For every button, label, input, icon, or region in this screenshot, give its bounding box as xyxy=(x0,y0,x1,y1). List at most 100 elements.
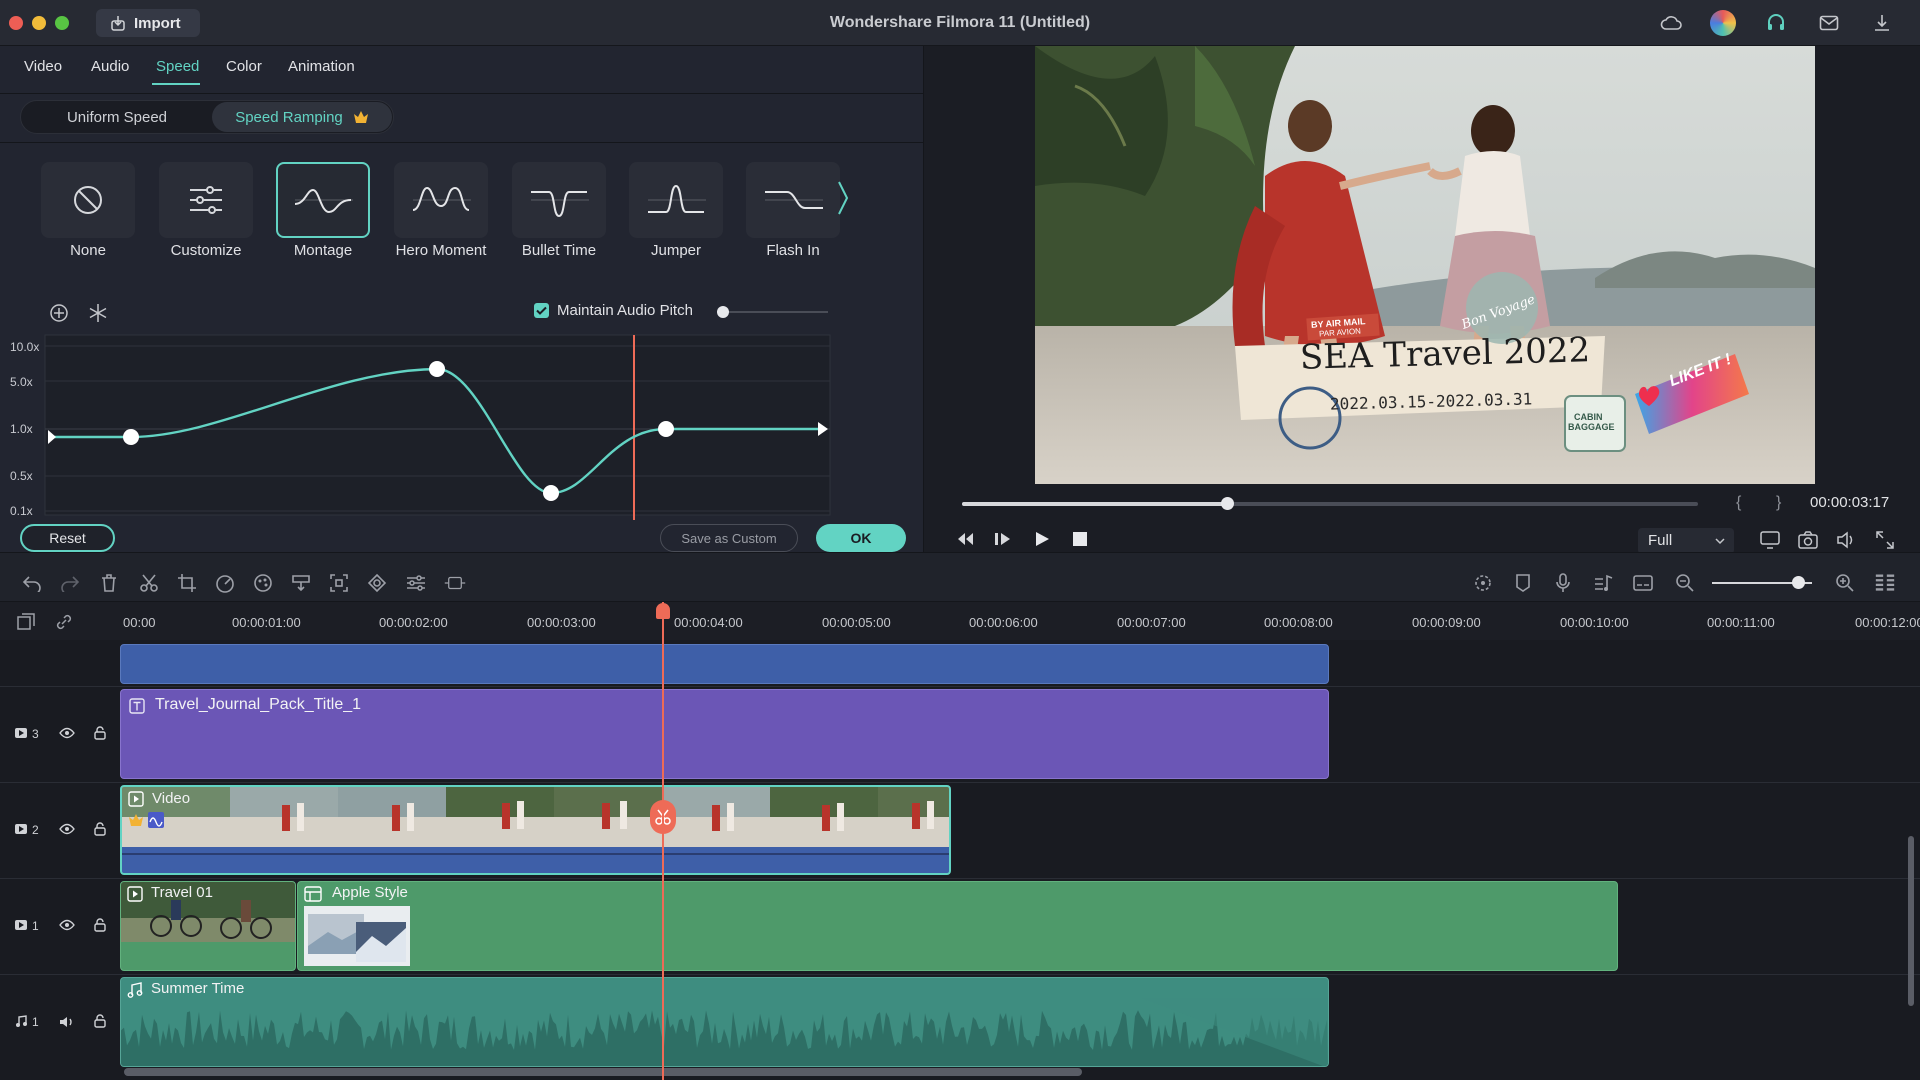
render-icon[interactable] xyxy=(1472,572,1494,594)
zoom-out-icon[interactable] xyxy=(1674,572,1696,594)
ruler-tick-label: 00:00:04:00 xyxy=(674,615,743,630)
apple-style-clip-label: Apple Style xyxy=(332,884,408,901)
preset-jumper[interactable] xyxy=(629,162,723,238)
speaker-icon[interactable] xyxy=(59,1015,75,1029)
tab-audio[interactable]: Audio xyxy=(91,58,129,75)
axis-label: 10.0x xyxy=(10,340,40,354)
keyframe-icon[interactable] xyxy=(290,572,312,594)
pitch-slider-handle[interactable] xyxy=(717,306,729,318)
playback-progress-handle[interactable] xyxy=(1220,497,1234,510)
snapshot-icon[interactable] xyxy=(1798,531,1818,549)
fullscreen-icon[interactable] xyxy=(1876,531,1894,549)
film-icon[interactable] xyxy=(444,572,466,594)
tab-speed[interactable]: Speed xyxy=(156,58,199,75)
adjust-icon[interactable] xyxy=(405,572,427,594)
subtitle-icon[interactable] xyxy=(1632,572,1654,594)
minimize-window-button[interactable] xyxy=(32,16,46,30)
video-clip[interactable]: Video xyxy=(120,785,951,875)
play-frame-icon[interactable] xyxy=(994,531,1012,547)
timecode: 00:00:03:17 xyxy=(1810,494,1890,511)
play-icon[interactable] xyxy=(1034,531,1050,547)
tab-color[interactable]: Color xyxy=(226,58,262,75)
preset-montage[interactable] xyxy=(276,162,370,238)
import-button[interactable]: Import xyxy=(96,9,200,37)
track-number: 2 xyxy=(32,823,39,837)
undo-icon[interactable] xyxy=(21,572,43,594)
video-clip-icon xyxy=(128,791,144,807)
maintain-audio-pitch-checkbox[interactable] xyxy=(534,303,549,318)
lock-icon[interactable] xyxy=(94,918,106,932)
audio-clip[interactable]: Summer Time xyxy=(120,977,1329,1067)
eye-icon[interactable] xyxy=(59,919,75,931)
preview-quality-select[interactable]: Full xyxy=(1638,528,1734,554)
preset-customize[interactable] xyxy=(159,162,253,238)
lock-icon[interactable] xyxy=(94,1014,106,1028)
tab-video[interactable]: Video xyxy=(24,58,62,75)
apple-style-clip[interactable]: Apple Style xyxy=(297,881,1618,971)
mark-out-icon[interactable]: } xyxy=(1776,494,1781,512)
marker-icon[interactable] xyxy=(1512,572,1534,594)
ruler-tick-label: 00:00:03:00 xyxy=(527,615,596,630)
track-number: 1 xyxy=(32,1015,39,1029)
playhead-handle[interactable] xyxy=(656,603,670,619)
display-icon[interactable] xyxy=(1760,531,1780,549)
download-icon[interactable] xyxy=(1869,10,1895,36)
freeze-frame-icon[interactable] xyxy=(88,303,108,323)
audio-mix-icon[interactable] xyxy=(1592,572,1614,594)
preview-frame[interactable] xyxy=(1035,46,1815,484)
speed-icon[interactable] xyxy=(214,572,236,594)
timeline-settings-icon[interactable] xyxy=(1874,572,1896,594)
ok-button[interactable]: OK xyxy=(816,524,906,552)
zoom-slider-handle[interactable] xyxy=(1792,576,1805,589)
horizontal-scrollbar[interactable] xyxy=(124,1068,1082,1076)
color-icon[interactable] xyxy=(252,572,274,594)
pitch-slider-track[interactable] xyxy=(722,311,828,313)
top-overlay-clip[interactable] xyxy=(120,644,1329,684)
close-window-button[interactable] xyxy=(9,16,23,30)
preset-none[interactable] xyxy=(41,162,135,238)
eye-icon[interactable] xyxy=(59,727,75,739)
eye-icon[interactable] xyxy=(59,823,75,835)
preview-quality-value: Full xyxy=(1648,532,1673,549)
sliders-icon xyxy=(188,184,224,216)
mail-icon[interactable] xyxy=(1816,10,1842,36)
mask-icon[interactable] xyxy=(366,572,388,594)
maximize-window-button[interactable] xyxy=(55,16,69,30)
audio-clip-label: Summer Time xyxy=(151,980,245,997)
preset-bullet-time[interactable] xyxy=(512,162,606,238)
fit-icon[interactable] xyxy=(328,572,350,594)
redo-icon[interactable] xyxy=(59,572,81,594)
add-keyframe-icon[interactable] xyxy=(49,303,69,323)
split-icon[interactable] xyxy=(138,572,160,594)
axis-label: 5.0x xyxy=(10,375,33,389)
add-track-icon[interactable] xyxy=(16,612,36,632)
cloud-icon[interactable] xyxy=(1658,10,1684,36)
speed-curve-graph[interactable] xyxy=(0,330,924,520)
preset-flash-in[interactable] xyxy=(746,162,840,238)
microphone-icon[interactable] xyxy=(1552,572,1574,594)
travel-clip[interactable]: Travel 01 xyxy=(120,881,296,971)
volume-icon[interactable] xyxy=(1836,531,1856,549)
lock-icon[interactable] xyxy=(94,726,106,740)
stop-icon[interactable] xyxy=(1073,532,1087,546)
lock-icon[interactable] xyxy=(94,822,106,836)
flash-in-curve-icon xyxy=(763,180,823,220)
chevron-right-icon[interactable] xyxy=(836,178,850,218)
preset-hero-moment[interactable] xyxy=(394,162,488,238)
reset-button[interactable]: Reset xyxy=(20,524,115,552)
playhead[interactable] xyxy=(662,602,664,1080)
headset-icon[interactable] xyxy=(1763,10,1789,36)
mark-in-icon[interactable]: { xyxy=(1736,494,1741,512)
delete-icon[interactable] xyxy=(98,572,120,594)
save-as-custom-button[interactable]: Save as Custom xyxy=(660,524,798,552)
vertical-scrollbar[interactable] xyxy=(1908,836,1914,1006)
tab-animation[interactable]: Animation xyxy=(288,58,355,75)
title-clip[interactable]: Travel_Journal_Pack_Title_1 xyxy=(120,689,1329,779)
avatar[interactable] xyxy=(1710,10,1736,36)
step-back-icon[interactable] xyxy=(956,531,974,547)
zoom-in-icon[interactable] xyxy=(1834,572,1856,594)
speed-ramping-button[interactable]: Speed Ramping xyxy=(212,102,392,132)
crop-icon[interactable] xyxy=(176,572,198,594)
uniform-speed-button[interactable]: Uniform Speed xyxy=(22,102,212,132)
link-icon[interactable] xyxy=(54,612,74,632)
